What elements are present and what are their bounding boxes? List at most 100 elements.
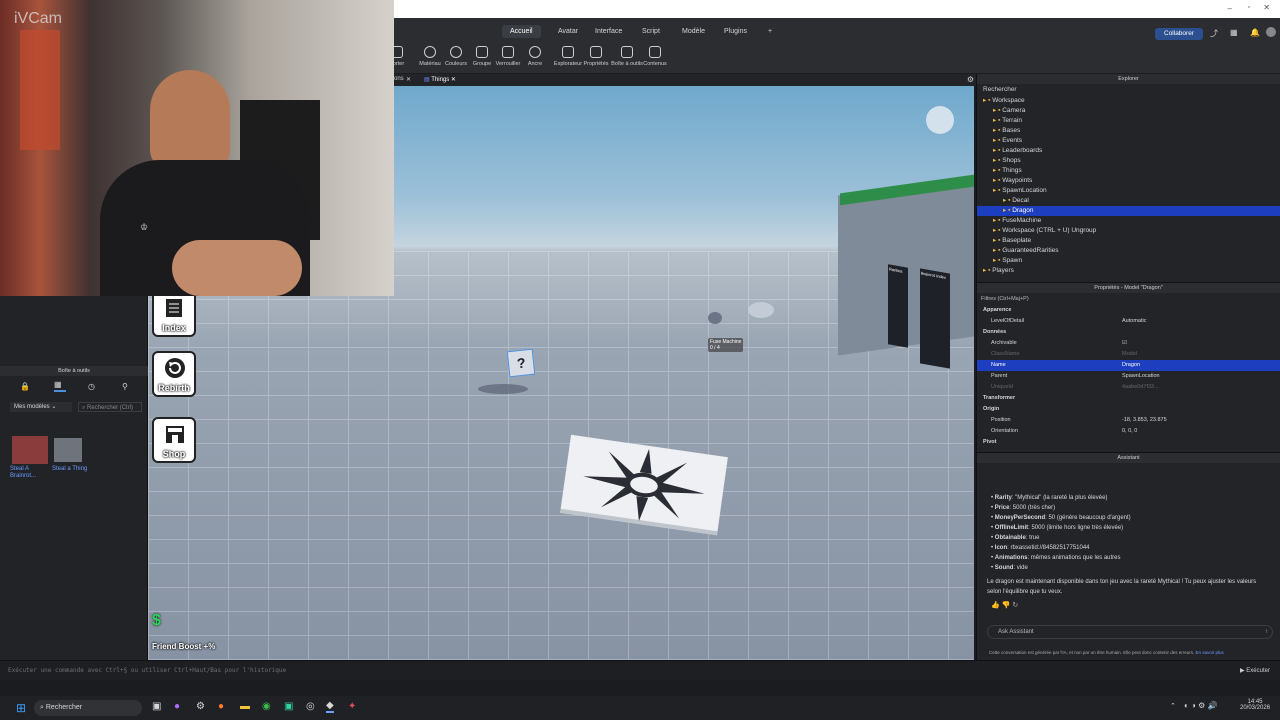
rebirth-button[interactable]: Rebirth [152,351,196,397]
lucky-block[interactable]: ? [506,348,536,378]
explorer-node[interactable]: ▸ ▪ Leaderboards [977,146,1280,156]
close-icon[interactable]: ✕ [406,76,411,83]
minimize-icon[interactable]: – [1228,4,1232,13]
explorer-node[interactable]: ▸ ▪ Camera [977,106,1280,116]
explorer-node[interactable]: ▸ ▪ Dragon [977,206,1280,216]
property-row[interactable]: LevelOfDetail Automatic [977,316,1280,327]
clock[interactable]: 14:45 20/03/2026 [1240,699,1270,711]
gear-icon[interactable]: ⚙ [967,75,974,84]
explorer-node[interactable]: ▸ ▪ Workspace [977,96,1280,106]
property-row[interactable]: Name Dragon [977,360,1280,371]
folder-icon[interactable]: ▬ [240,701,250,712]
tool-proprietes[interactable]: Propriétés [581,46,611,67]
tool-explorateur[interactable]: Explorateur [553,46,583,67]
folder-icon: ▸ ▪ [1003,197,1013,204]
tab-plugins[interactable]: Plugins [716,25,755,38]
app-icon[interactable]: ● [174,701,180,712]
property-section[interactable]: Origin [977,404,1280,415]
index-button[interactable]: Index [152,291,196,337]
property-row[interactable]: Archivable ☑ [977,338,1280,349]
close-icon[interactable]: ✕ [1263,3,1270,12]
grid-icon[interactable]: ▦ [54,380,66,392]
add-tab-icon[interactable]: + [760,25,780,38]
app-icon-2[interactable]: ◎ [306,701,315,712]
task-view-icon[interactable]: ▣ [152,701,161,712]
folder-icon: ▸ ▪ [993,217,1003,224]
tool-boite-a-outils[interactable]: Boîte à outils [610,46,644,67]
toolbox-search[interactable]: ⌕ Rechercher (Ctrl) [78,402,142,412]
explorer-node[interactable]: ▸ ▪ FuseMachine [977,216,1280,226]
property-section[interactable]: Pivot [977,437,1280,448]
app-icon-3[interactable]: ✦ [348,701,356,712]
tab-avatar[interactable]: Avatar [550,25,586,38]
send-icon[interactable]: ↑ [1265,626,1268,638]
tab-interface[interactable]: Interface [587,25,630,38]
explorer-node[interactable]: ▸ ▪ GuaranteedRarities [977,246,1280,256]
assistant-bullet: • MoneyPerSecond: 50 (génère beaucoup d'… [991,515,1131,521]
explorer-node[interactable]: ▸ ▪ Shops [977,156,1280,166]
pin-icon[interactable]: ⚲ [122,382,128,391]
maximize-icon[interactable]: ▫ [1248,4,1250,11]
explorer-node[interactable]: ▸ ▪ Spawn [977,256,1280,266]
explorer-node[interactable]: ▸ ▪ Bases [977,126,1280,136]
property-section[interactable]: Apparence [977,305,1280,316]
model-thumb-brainrot[interactable] [12,436,48,464]
thumbs-down-icon[interactable]: 👎 [1002,602,1011,609]
command-input[interactable]: Exécuter une commande avec Ctrl+§ ou uti… [8,667,286,674]
tool-ancre[interactable]: Ancre [520,46,550,67]
share-icon[interactable]: ⤴ [1210,28,1218,39]
property-row[interactable]: Orientation 0, 0, 0 [977,426,1280,437]
explorer-node[interactable]: ▸ ▪ Players [977,266,1280,276]
explorer-search[interactable]: Rechercher [977,84,1280,96]
tab-things[interactable]: ▤ Things ✕ [424,76,456,83]
bell-icon[interactable]: 🔔 [1250,28,1260,37]
property-row[interactable]: Parent SpawnLocation [977,371,1280,382]
explorer-node[interactable]: ▸ ▪ Baseplate [977,236,1280,246]
explorer-node[interactable]: ▸ ▪ Workspace (CTRL + U) Ungroup [977,226,1280,236]
properties-filter[interactable]: Filtres (Ctrl+Maj+P) [977,293,1280,305]
chrome-icon[interactable]: ◉ [262,701,271,712]
explorer-node[interactable]: ▸ ▪ Waypoints [977,176,1280,186]
explorer-node[interactable]: ▸ ▪ SpawnLocation [977,186,1280,196]
tab-partial[interactable]: ons [394,76,404,82]
terminal-icon[interactable]: ▣ [284,701,293,712]
roblox-studio-icon[interactable]: ◆ [326,700,334,713]
property-row[interactable]: ClassName Model [977,349,1280,360]
property-row[interactable]: Position -18, 3.853, 23.875 [977,415,1280,426]
clock-icon[interactable]: ◷ [88,382,95,391]
learn-more-link[interactable]: En savoir plus [1196,650,1224,655]
shop-button[interactable]: Shop [152,417,196,463]
tab-script[interactable]: Script [634,25,668,38]
windows-start-icon[interactable]: ⊞ [16,701,26,715]
tab-modele[interactable]: Modèle [674,25,713,38]
explorer-node[interactable]: ▸ ▪ Events [977,136,1280,146]
tray-chevron-icon[interactable]: ⌃ [1170,702,1176,710]
model-label-brainrot[interactable]: Steal A Brainrot... [10,466,48,480]
firefox-icon[interactable]: ● [218,701,224,712]
avatar[interactable] [1266,27,1276,37]
ask-assistant-input[interactable]: Ask Assistant ↑ [987,625,1273,639]
run-button[interactable]: ▶ Exécuter [1240,667,1270,674]
collaborate-button[interactable]: Collaborer [1155,28,1203,40]
retry-icon[interactable]: ↻ [1012,602,1018,609]
property-row[interactable]: UniqueId 4aabe0d7f33... [977,382,1280,393]
settings-icon[interactable]: ⚙ [196,701,205,712]
explorer-node[interactable]: ▸ ▪ Terrain [977,116,1280,126]
tool-verrouiller[interactable]: Verrouiller [493,46,523,67]
search-icon: ⌕ [40,704,44,711]
explorer-node[interactable]: ▸ ▪ Decal [977,196,1280,206]
grid-icon[interactable]: ▦ [1230,28,1238,37]
tray-icons[interactable]: ◐ ◑ ⚙ 🔊 [1184,701,1217,710]
tab-accueil[interactable]: Accueil [502,25,541,38]
taskbar-search[interactable]: ⌕ Rechercher [34,700,142,716]
model-label-thing[interactable]: Steal a Thing [52,466,88,473]
property-section[interactable]: Données [977,327,1280,338]
explorer-node[interactable]: ▸ ▪ Things [977,166,1280,176]
models-dropdown[interactable]: Mes modèles ⌄ [10,402,72,412]
model-thumb-thing[interactable] [54,438,82,462]
lock-icon[interactable]: 🔒 [20,382,30,391]
tool-contenus[interactable]: Contenus [640,46,670,67]
assistant-disclaimer: Cette conversation est générée par l'IA,… [989,650,1224,655]
thumbs-up-icon[interactable]: 👍 [991,602,1000,609]
property-section[interactable]: Transformer [977,393,1280,404]
